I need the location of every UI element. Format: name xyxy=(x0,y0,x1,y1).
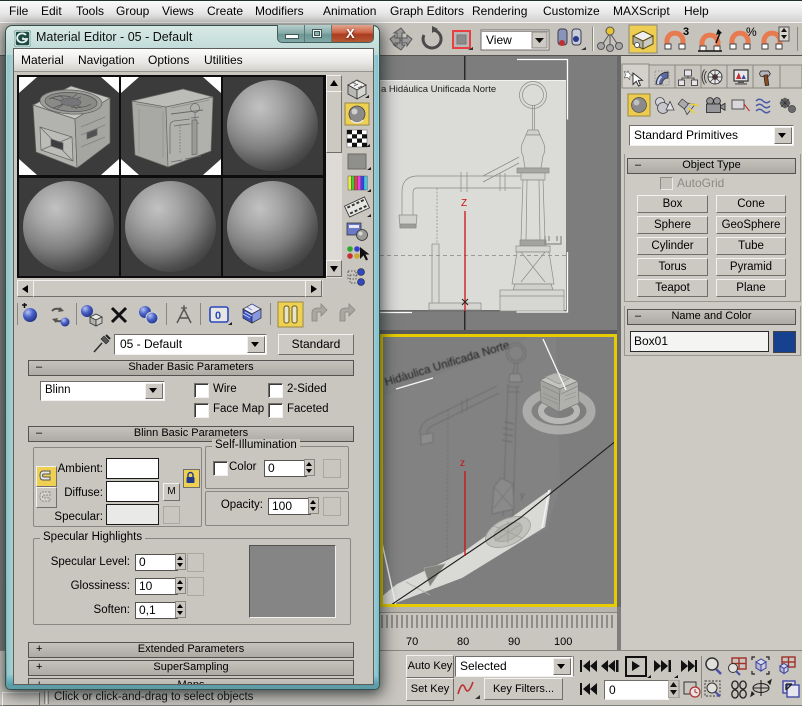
svg-text:a Hidáulica Unificada Norte: a Hidáulica Unificada Norte xyxy=(381,84,496,95)
svg-text:100: 100 xyxy=(554,636,572,648)
svg-text:0: 0 xyxy=(215,310,221,322)
svg-text:70: 70 xyxy=(406,636,418,648)
svg-text:90: 90 xyxy=(508,636,520,648)
svg-text:%: % xyxy=(746,25,757,39)
svg-text:y: y xyxy=(520,490,525,500)
svg-text:3: 3 xyxy=(683,26,689,38)
svg-text:View: View xyxy=(486,33,512,47)
svg-text:80: 80 xyxy=(457,636,469,648)
svg-text:z: z xyxy=(460,458,465,469)
svg-text:Z: Z xyxy=(461,198,467,209)
